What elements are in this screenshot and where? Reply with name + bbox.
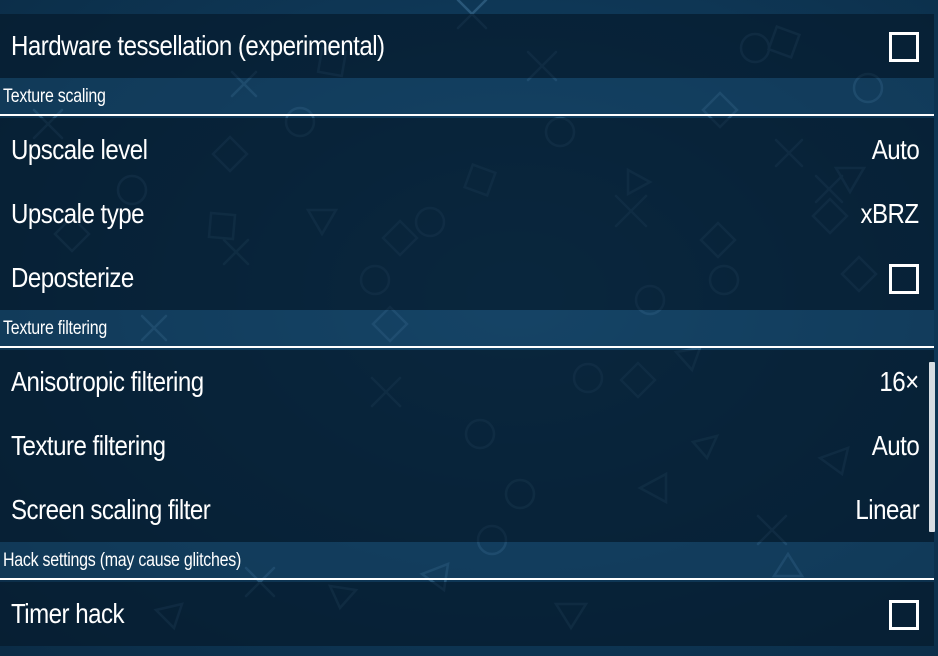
setting-label: Deposterize [11, 262, 134, 293]
setting-row-screen-scaling-filter[interactable]: Screen scaling filter Linear [0, 478, 934, 542]
section-header-hack-settings: Hack settings (may cause glitches) [0, 542, 934, 580]
setting-label: Texture filtering [11, 430, 166, 461]
setting-row-upscale-level[interactable]: Upscale level Auto [0, 118, 934, 182]
setting-row-anisotropic-filtering[interactable]: Anisotropic filtering 16× [0, 350, 934, 414]
scrollbar-thumb[interactable] [929, 362, 935, 532]
section-header-label: Texture filtering [3, 318, 107, 339]
graphics-settings-list: Hardware tessellation (experimental) Tex… [0, 0, 934, 656]
setting-row-hardware-tessellation[interactable]: Hardware tessellation (experimental) [0, 14, 934, 78]
setting-value: 16× [879, 366, 920, 397]
setting-row-timer-hack[interactable]: Timer hack [0, 582, 934, 646]
setting-row-texture-filtering[interactable]: Texture filtering Auto [0, 414, 934, 478]
checkbox-unchecked-icon[interactable] [889, 32, 919, 62]
section-header-label: Texture scaling [3, 86, 106, 107]
setting-value: Auto [871, 134, 920, 165]
section-header-label: Hack settings (may cause glitches) [3, 550, 242, 571]
setting-label: Timer hack [11, 598, 125, 629]
section-header-texture-scaling: Texture scaling [0, 78, 934, 116]
checkbox-unchecked-icon[interactable] [889, 600, 919, 630]
setting-value: xBRZ [860, 198, 920, 229]
setting-value: Linear [855, 494, 919, 525]
section-divider [0, 578, 934, 580]
section-divider [0, 346, 934, 348]
setting-label: Upscale type [11, 198, 145, 229]
checkbox-unchecked-icon[interactable] [889, 264, 919, 294]
setting-label: Screen scaling filter [11, 494, 211, 525]
setting-label: Upscale level [11, 134, 148, 165]
setting-label: Hardware tessellation (experimental) [11, 30, 385, 61]
setting-value: Auto [871, 430, 920, 461]
setting-row-deposterize[interactable]: Deposterize [0, 246, 934, 310]
setting-label: Anisotropic filtering [11, 366, 204, 397]
section-divider [0, 114, 934, 116]
setting-row-upscale-type[interactable]: Upscale type xBRZ [0, 182, 934, 246]
section-header-texture-filtering: Texture filtering [0, 310, 934, 348]
scrollbar-track[interactable] [934, 0, 938, 656]
